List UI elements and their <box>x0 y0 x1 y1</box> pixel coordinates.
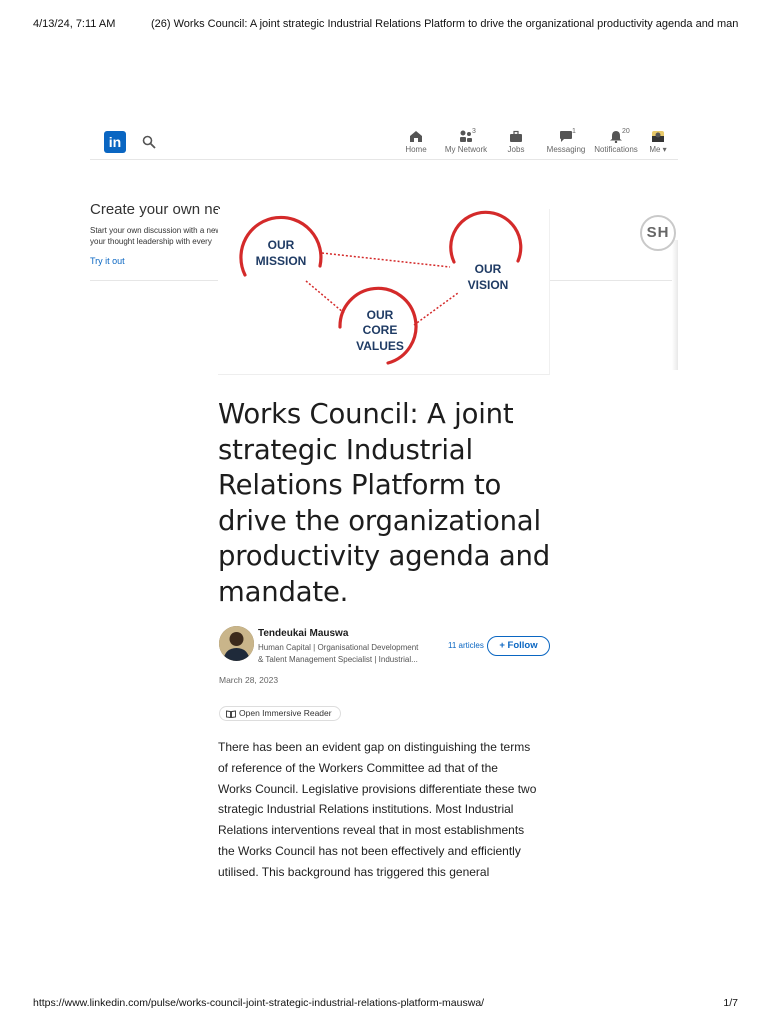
promo-description: Start your own discussion with a newslet… <box>90 225 220 247</box>
nav-item-me[interactable]: Me ▾ <box>638 130 678 154</box>
network-count: 3 <box>472 128 476 135</box>
author-headline: Human Capital | Organisational Developme… <box>258 642 436 666</box>
top-nav: in Home 3 My Network Jobs 1 Messaging 20… <box>90 128 678 160</box>
author-avatar[interactable] <box>219 626 254 661</box>
publish-date: March 28, 2023 <box>219 675 279 685</box>
linkedin-logo[interactable]: in <box>104 131 126 153</box>
nav-label-messaging: Messaging <box>546 145 586 154</box>
promo-desc-line-2: your thought leadership with every <box>90 237 212 246</box>
promo-title: Create your own newsletter <box>90 201 220 218</box>
values-label-1: OUR <box>367 308 394 322</box>
nav-label-my-network: My Network <box>444 145 488 154</box>
author-name[interactable]: Tendeukai Mauswa <box>258 628 348 639</box>
body-line: strategic Industrial Relations instituti… <box>218 802 514 817</box>
print-header: 4/13/24, 7:11 AM (26) Works Council: A jo… <box>33 18 738 30</box>
body-line: Works Council. Legislative provisions di… <box>218 781 537 796</box>
print-footer: https://www.linkedin.com/pulse/works-cou… <box>33 997 738 1009</box>
vision-label-1: OUR <box>475 262 502 276</box>
network-icon <box>460 130 472 142</box>
body-line: of reference of the Workers Committee ad… <box>218 760 498 775</box>
author-photo-image <box>219 626 254 661</box>
print-doc-title: (26) Works Council: A joint strategic In… <box>151 18 738 30</box>
values-label-3: VALUES <box>356 339 404 353</box>
bell-icon <box>610 131 622 143</box>
article-body: There has been an evident gap on disting… <box>218 737 554 883</box>
body-line: There has been an evident gap on disting… <box>218 740 531 754</box>
notifications-count: 20 <box>622 128 630 135</box>
promo-desc-line-1: Start your own discussion with a newslet… <box>90 226 220 235</box>
author-bio-line-1: Human Capital | Organisational Developme… <box>258 643 419 652</box>
mission-label-1: OUR <box>268 238 295 252</box>
nav-item-notifications[interactable]: 20 Notifications <box>586 128 646 154</box>
body-line: the Works Council has not been effective… <box>218 843 521 858</box>
search-icon[interactable] <box>142 135 156 149</box>
divider <box>550 280 678 281</box>
book-icon <box>226 709 236 718</box>
messaging-count: 1 <box>572 128 576 135</box>
user-avatar[interactable]: SH <box>640 215 676 251</box>
home-icon <box>410 131 422 142</box>
print-datetime: 4/13/24, 7:11 AM <box>33 18 116 30</box>
print-url: https://www.linkedin.com/pulse/works-cou… <box>33 997 485 1009</box>
body-line: Relations interventions reveal that in m… <box>218 823 525 838</box>
articles-count-link[interactable]: 11 articles <box>448 641 484 650</box>
messaging-icon <box>560 131 572 142</box>
print-page-number: 1/7 <box>723 997 738 1009</box>
nav-label-notifications: Notifications <box>594 145 638 154</box>
article-hero-image: OUR MISSION OUR VISION OUR CORE VALUES <box>218 209 550 375</box>
author-bio-line-2: & Talent Management Specialist | Industr… <box>258 655 418 664</box>
try-it-out-link[interactable]: Try it out <box>90 256 125 266</box>
article-title: Works Council: A joint strategic Industr… <box>218 398 550 608</box>
nav-label-home: Home <box>405 145 427 154</box>
follow-button[interactable]: + Follow <box>487 636 550 656</box>
immersive-reader-label: Open Immersive Reader <box>239 708 332 718</box>
mission-vision-values-diagram: OUR MISSION OUR VISION OUR CORE VALUES <box>239 210 523 365</box>
chevron-down-icon: ▾ <box>660 145 667 154</box>
nav-label-jobs: Jobs <box>507 145 525 154</box>
divider <box>90 280 218 281</box>
immersive-reader-button[interactable]: Open Immersive Reader <box>219 706 341 721</box>
mission-label-2: MISSION <box>256 254 307 268</box>
profile-icon <box>652 131 664 142</box>
briefcase-icon <box>510 130 522 142</box>
nav-label-me: Me <box>649 145 661 154</box>
body-line: utilised. This background has triggered … <box>218 864 490 879</box>
vision-label-2: VISION <box>468 278 509 292</box>
side-panel-edge <box>672 240 678 370</box>
values-label-2: CORE <box>363 323 398 337</box>
